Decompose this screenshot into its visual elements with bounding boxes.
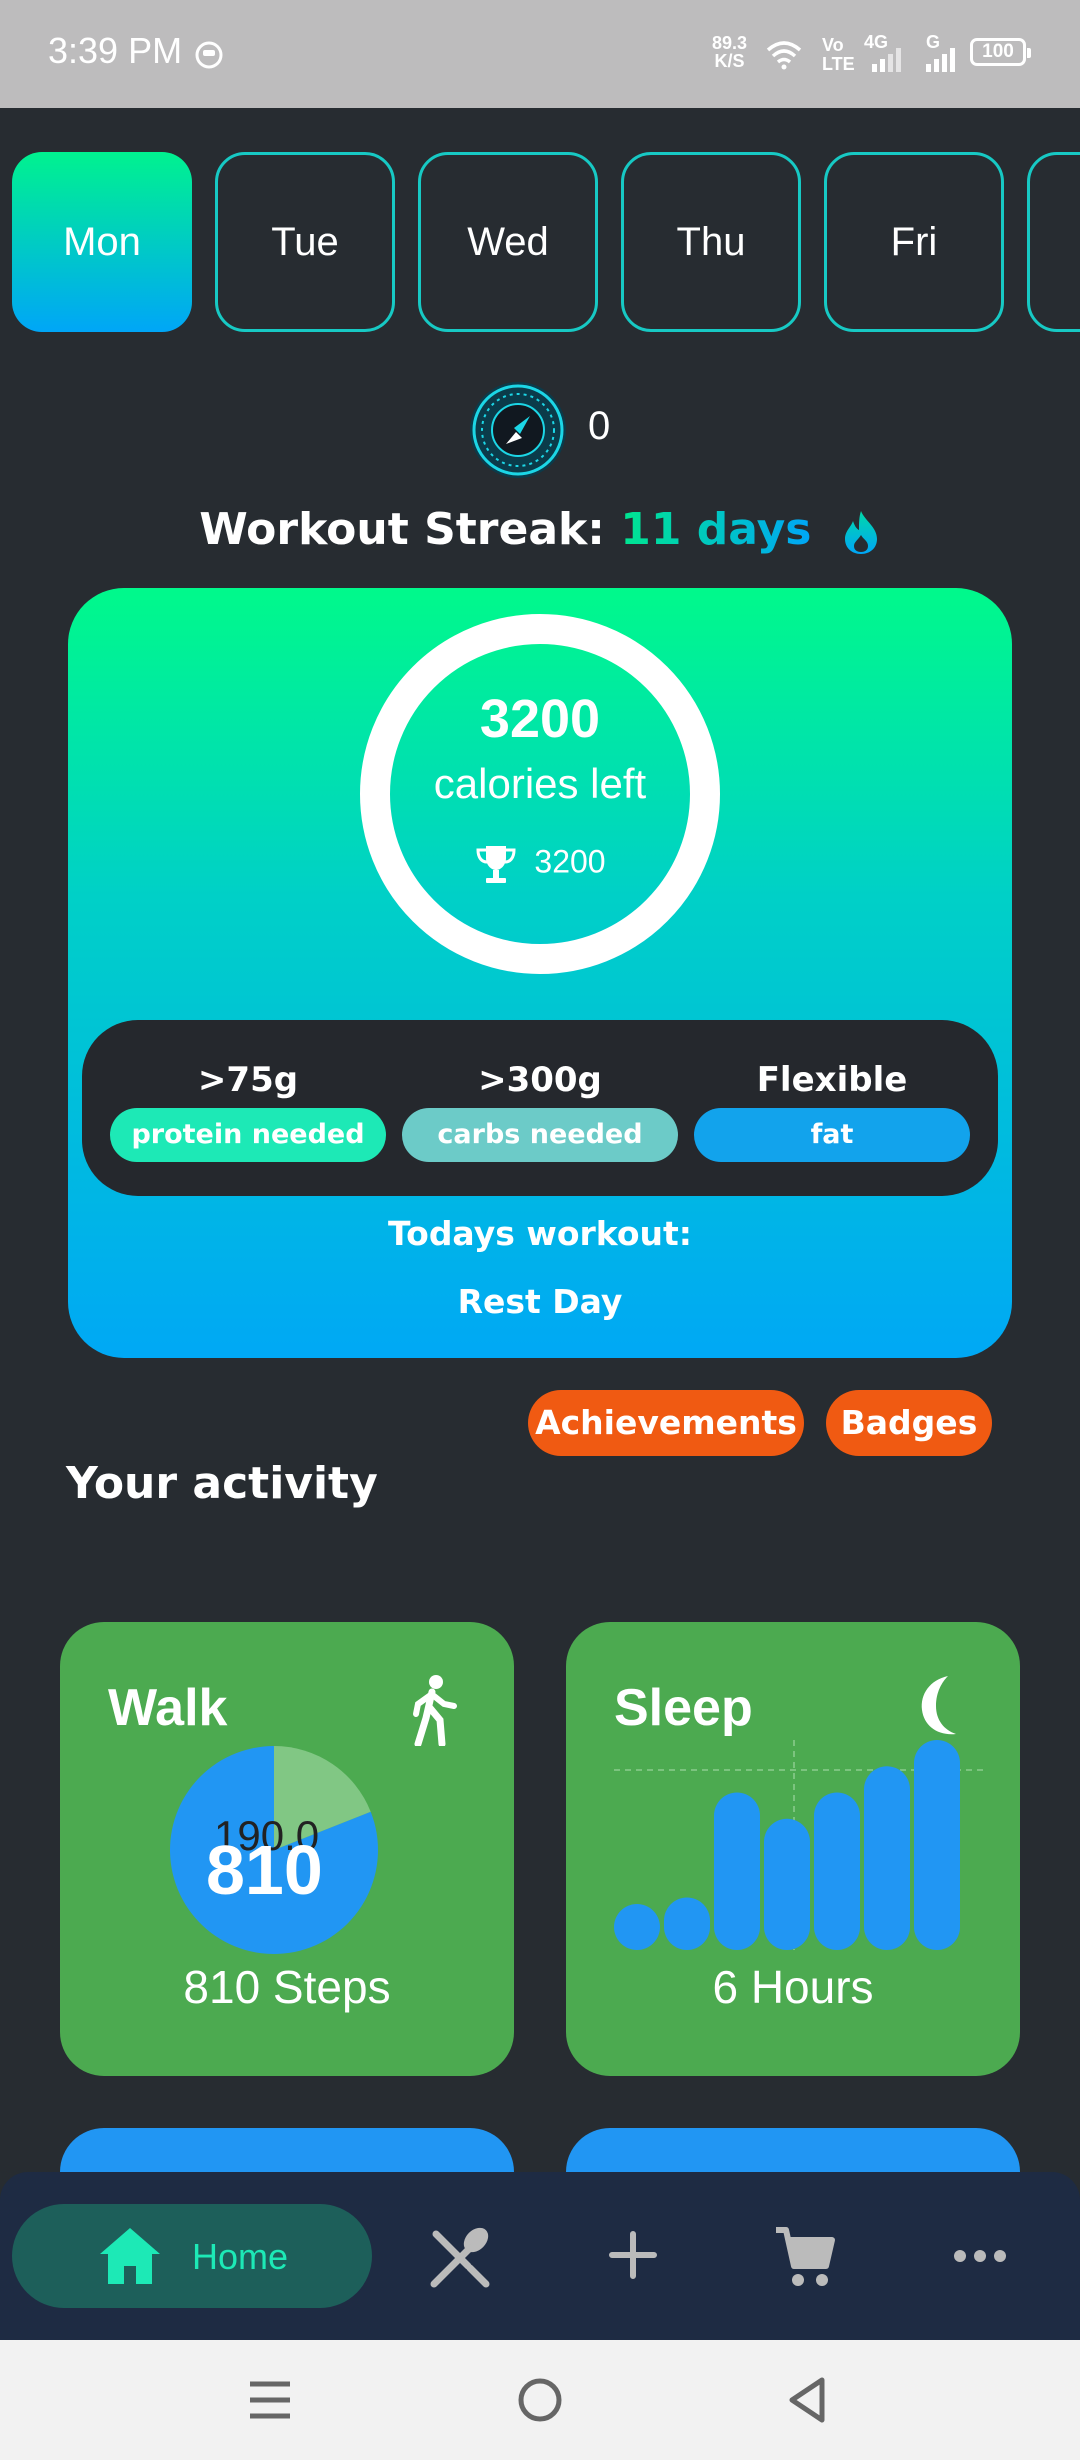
macro-carbs: >300g carbs needed	[402, 1060, 678, 1162]
add-icon[interactable]	[608, 2230, 658, 2280]
badges-button[interactable]: Badges	[826, 1390, 992, 1456]
volte-top: Vo	[822, 35, 844, 55]
smiley-notification-icon	[195, 41, 223, 69]
walk-steps-caption: 810 Steps	[183, 1961, 391, 2013]
walk-pie-center-value: 810	[206, 1831, 323, 1909]
walking-person-icon	[413, 1675, 457, 1746]
walk-title: Walk	[108, 1679, 228, 1737]
day-tab-mon[interactable]: Mon	[12, 152, 192, 332]
calorie-goal-value: 3200	[534, 843, 606, 880]
day-tab-fri[interactable]: Fri	[824, 152, 1004, 332]
day-selector: Mon Tue Wed Thu Fri	[0, 152, 1080, 332]
calorie-goal: 3200	[68, 842, 1012, 886]
sleep-hours-caption: 6 Hours	[712, 1961, 874, 2013]
net-speed-value: 89.3	[712, 33, 748, 53]
nav-home-label: Home	[192, 2236, 289, 2277]
volte-bottom: LTE	[822, 54, 855, 74]
coin-count: 0	[588, 404, 611, 448]
signal-2-icon	[926, 48, 955, 72]
calories-left-label: calories left	[433, 760, 647, 807]
battery-indicator: 100	[970, 38, 1031, 66]
fork-spoon-icon[interactable]	[428, 2226, 492, 2290]
macro-box: >75g protein needed >300g carbs needed F…	[82, 1020, 998, 1196]
sleep-bar	[664, 1897, 710, 1950]
wifi-icon	[766, 41, 802, 70]
day-tab-next[interactable]	[1027, 152, 1080, 332]
menu-icon[interactable]	[248, 2378, 292, 2422]
day-tab-tue[interactable]: Tue	[215, 152, 395, 332]
sleep-bar	[614, 1904, 660, 1950]
sleep-bar	[864, 1766, 910, 1950]
macro-fat: Flexible fat	[694, 1060, 970, 1162]
sleep-bar	[814, 1792, 860, 1950]
home-icon	[100, 2228, 160, 2284]
back-icon[interactable]	[786, 2376, 828, 2424]
todays-workout-label: Todays workout:	[388, 1214, 692, 1253]
day-tab-thu[interactable]: Thu	[621, 152, 801, 332]
compass-icon	[470, 382, 566, 478]
protein-pill: protein needed	[110, 1108, 386, 1162]
fat-amount: Flexible	[756, 1060, 908, 1100]
status-bar: 3:39 PM 89.3 K/S Vo LTE 4G G 100	[0, 0, 1080, 108]
home-circle-icon[interactable]	[516, 2376, 564, 2424]
net-speed-unit: K/S	[714, 51, 745, 71]
flame-icon	[844, 511, 877, 554]
workout-streak: Workout Streak: 11 days	[0, 504, 1080, 555]
bottom-navigation: Home	[0, 2172, 1080, 2340]
signal-1-icon	[872, 48, 901, 72]
system-navigation-bar	[0, 2340, 1080, 2460]
sleep-bar	[714, 1792, 760, 1950]
more-icon[interactable]	[952, 2246, 1008, 2266]
compass-badge[interactable]	[468, 380, 568, 480]
net-speed: 89.3 K/S	[712, 34, 747, 70]
sleep-card[interactable]: Sleep 6 Hours	[566, 1622, 1020, 2076]
day-tab-wed[interactable]: Wed	[418, 152, 598, 332]
status-time: 3:39 PM	[48, 30, 183, 71]
fat-pill: fat	[694, 1108, 970, 1162]
macro-protein: >75g protein needed	[110, 1060, 386, 1162]
carbs-pill: carbs needed	[402, 1108, 678, 1162]
todays-workout-value: Rest Day	[457, 1282, 623, 1321]
sleep-bar	[764, 1818, 810, 1950]
carbs-amount: >300g	[478, 1060, 602, 1100]
protein-amount: >75g	[197, 1060, 299, 1100]
nav-home-button[interactable]: Home	[12, 2204, 372, 2308]
sleep-bar-chart	[614, 1740, 984, 1950]
calorie-card[interactable]: 3200 calories left 3200 >75g protein nee…	[68, 588, 1012, 1358]
sleep-bar	[914, 1740, 960, 1950]
your-activity-title: Your activity	[66, 1458, 378, 1509]
moon-icon	[921, 1676, 956, 1735]
streak-label: Workout Streak:	[199, 504, 605, 555]
cart-icon[interactable]	[772, 2224, 838, 2290]
sleep-title: Sleep	[614, 1679, 753, 1737]
achievements-button[interactable]: Achievements	[528, 1390, 804, 1456]
streak-value: 11 days	[620, 504, 812, 555]
walk-card[interactable]: Walk 190.0 810 810 Steps	[60, 1622, 514, 2076]
trophy-icon	[476, 846, 516, 883]
volte-indicator: Vo LTE	[822, 36, 855, 74]
calories-left-value: 3200	[479, 689, 601, 749]
